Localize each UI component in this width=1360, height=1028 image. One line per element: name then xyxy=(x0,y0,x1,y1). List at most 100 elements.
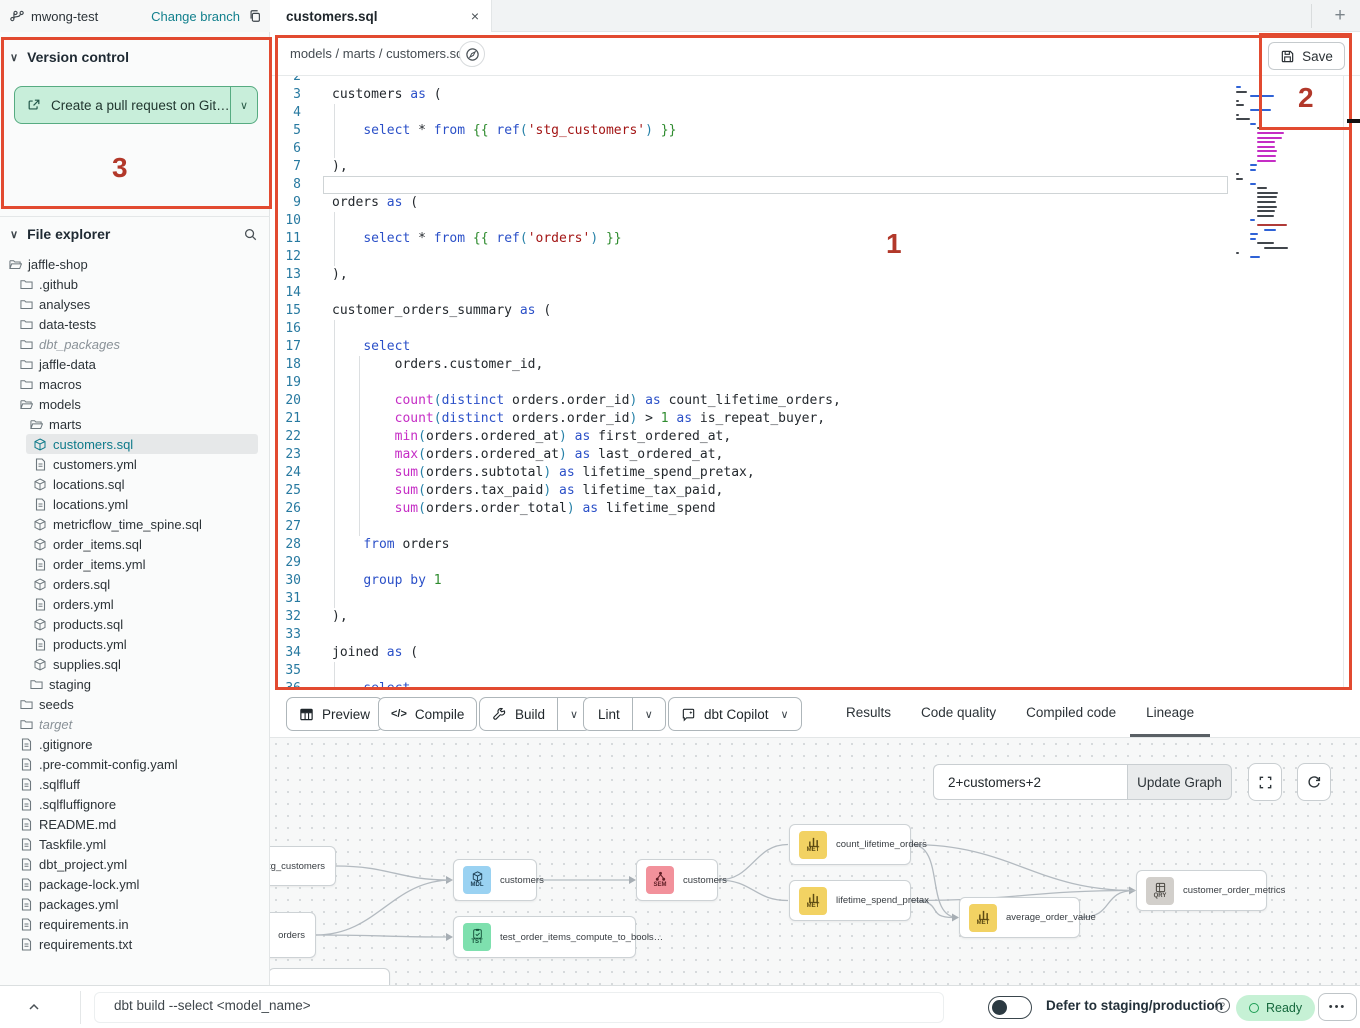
new-tab-button[interactable]: + xyxy=(1326,2,1354,30)
tree-item-products-yml[interactable]: products.yml xyxy=(0,634,270,654)
toggle-knob xyxy=(992,1000,1007,1015)
tree-item-customers-sql[interactable]: customers.sql xyxy=(0,434,270,454)
line-number: 15 xyxy=(270,302,325,320)
lineage-node-orders[interactable]: orders xyxy=(270,912,316,958)
tree-item-jaffle-shop[interactable]: jaffle-shop xyxy=(0,254,270,274)
tree-item-models[interactable]: models xyxy=(0,394,270,414)
lineage-node-lifetime-spend-pretax[interactable]: METlifetime_spend_pretax xyxy=(789,880,911,921)
node-label: average_order_value xyxy=(1006,912,1096,923)
lineage-node-customers[interactable]: MDLcustomers xyxy=(453,859,537,901)
tree-item-locations-yml[interactable]: locations.yml xyxy=(0,494,270,514)
tree-item-products-sql[interactable]: products.sql xyxy=(0,614,270,634)
tab-code-quality[interactable]: Code quality xyxy=(921,688,996,737)
help-icon[interactable]: ? xyxy=(1215,998,1230,1013)
lineage-node-stg-customers[interactable]: stg_customers xyxy=(270,846,336,886)
lint-button[interactable]: Lint ∨ xyxy=(583,697,666,731)
tab-compiled-code[interactable]: Compiled code xyxy=(1026,688,1116,737)
more-options-button[interactable]: ••• xyxy=(1318,993,1357,1021)
lineage-panel[interactable]: stg_customersorders MDLcustomers TSTtest_o… xyxy=(270,738,1360,985)
lineage-node-customers[interactable]: SEMcustomers xyxy=(636,859,718,901)
tree-item-dbt-packages[interactable]: dbt_packages xyxy=(0,334,270,354)
tree-item-staging[interactable]: staging xyxy=(0,674,270,694)
compile-button[interactable]: </> Compile xyxy=(378,697,477,731)
tree-item-data-tests[interactable]: data-tests xyxy=(0,314,270,334)
change-branch-link[interactable]: Change branch xyxy=(151,9,240,24)
lineage-node-average-order-value[interactable]: METaverage_order_value xyxy=(959,897,1080,938)
copy-branch-icon[interactable] xyxy=(248,9,262,23)
tree-item-metricflow-time-spine-sql[interactable]: metricflow_time_spine.sql xyxy=(0,514,270,534)
tree-item-taskfile-yml[interactable]: Taskfile.yml xyxy=(0,834,270,854)
code-text xyxy=(325,104,332,122)
lineage-selector-input[interactable] xyxy=(933,764,1127,800)
create-pull-request-button[interactable]: Create a pull request on Git… ∨ xyxy=(14,86,258,124)
tree-item-customers-yml[interactable]: customers.yml xyxy=(0,454,270,474)
minimap[interactable] xyxy=(1232,80,1318,440)
tree-item-requirements-txt[interactable]: requirements.txt xyxy=(0,934,270,954)
lint-dropdown-chevron[interactable]: ∨ xyxy=(632,698,665,730)
tree-item-orders-yml[interactable]: orders.yml xyxy=(0,594,270,614)
node-label: count_lifetime_orders xyxy=(836,839,927,850)
git-branch-icon xyxy=(10,9,24,23)
test-icon xyxy=(472,928,483,939)
tree-item-package-lock-yml[interactable]: package-lock.yml xyxy=(0,874,270,894)
tree-item-order-items-sql[interactable]: order_items.sql xyxy=(0,534,270,554)
build-button[interactable]: Build ∨ xyxy=(479,697,591,731)
code-text xyxy=(325,374,332,392)
save-button[interactable]: Save xyxy=(1268,42,1345,70)
tree-item-locations-sql[interactable]: locations.sql xyxy=(0,474,270,494)
refresh-icon[interactable] xyxy=(1297,763,1331,801)
tree-item--gitignore[interactable]: .gitignore xyxy=(0,734,270,754)
tree-item--sqlfluffignore[interactable]: .sqlfluffignore xyxy=(0,794,270,814)
tree-item-dbt-project-yml[interactable]: dbt_project.yml xyxy=(0,854,270,874)
tree-item-marts[interactable]: marts xyxy=(0,414,270,434)
file-explorer-header[interactable]: ∨ File explorer xyxy=(0,223,270,245)
tab-lineage[interactable]: Lineage xyxy=(1146,688,1194,737)
tab-close-icon[interactable]: × xyxy=(471,8,479,24)
dbt-copilot-button[interactable]: dbt Copilot ∨ xyxy=(668,697,802,731)
tree-item-label: target xyxy=(39,717,72,732)
tree-item-requirements-in[interactable]: requirements.in xyxy=(0,914,270,934)
search-icon[interactable] xyxy=(243,227,258,242)
tree-item-label: macros xyxy=(39,377,82,392)
node-label: customers xyxy=(500,875,544,886)
preview-button[interactable]: Preview xyxy=(286,697,383,731)
code-text xyxy=(325,590,332,608)
tree-item-label: .gitignore xyxy=(39,737,92,752)
tree-item-supplies-sql[interactable]: supplies.sql xyxy=(0,654,270,674)
tree-item-order-items-yml[interactable]: order_items.yml xyxy=(0,554,270,574)
tree-item-readme-md[interactable]: README.md xyxy=(0,814,270,834)
node-label: customers xyxy=(683,875,727,886)
lineage-node-count-lifetime-orders[interactable]: METcount_lifetime_orders xyxy=(789,824,911,865)
tree-item-jaffle-data[interactable]: jaffle-data xyxy=(0,354,270,374)
create-pull-request-main[interactable]: Create a pull request on Git… xyxy=(15,87,230,123)
line-number: 7 xyxy=(270,158,325,176)
tree-item--github[interactable]: .github xyxy=(0,274,270,294)
tree-item-analyses[interactable]: analyses xyxy=(0,294,270,314)
chevron-up-icon[interactable] xyxy=(26,999,42,1015)
code-text: sum(orders.tax_paid) as lifetime_tax_pai… xyxy=(325,482,723,500)
tree-item-target[interactable]: target xyxy=(0,714,270,734)
copilot-dropdown-chevron[interactable]: ∨ xyxy=(781,708,789,721)
update-graph-button[interactable]: Update Graph xyxy=(1127,764,1232,800)
pr-dropdown-chevron[interactable]: ∨ xyxy=(230,87,257,123)
fullscreen-icon[interactable] xyxy=(1248,763,1282,801)
tree-item--pre-commit-config-yaml[interactable]: .pre-commit-config.yaml xyxy=(0,754,270,774)
file-icon xyxy=(35,558,46,571)
copilot-compass-button[interactable] xyxy=(459,41,485,67)
tab-results[interactable]: Results xyxy=(846,688,891,737)
wrench-icon xyxy=(492,707,507,722)
code-editor[interactable]: 23customers as (45 select * from {{ ref(… xyxy=(270,76,1360,688)
tree-item-orders-sql[interactable]: orders.sql xyxy=(0,574,270,594)
code-line-6: 6 xyxy=(270,140,1360,158)
lineage-node-test-order-items-compute-to-bools-[interactable]: TSTtest_order_items_compute_to_bools… xyxy=(453,916,636,958)
tree-item-label: dbt_packages xyxy=(39,337,120,352)
tree-item-seeds[interactable]: seeds xyxy=(0,694,270,714)
tree-item--sqlfluff[interactable]: .sqlfluff xyxy=(0,774,270,794)
tab-customers-sql[interactable]: customers.sql × xyxy=(270,0,492,32)
lineage-node-partial[interactable] xyxy=(270,968,390,985)
tree-item-macros[interactable]: macros xyxy=(0,374,270,394)
defer-toggle[interactable] xyxy=(988,996,1032,1019)
tree-item-packages-yml[interactable]: packages.yml xyxy=(0,894,270,914)
lineage-node-customer-order-metrics[interactable]: QRYcustomer_order_metrics xyxy=(1136,870,1267,911)
version-control-header[interactable]: ∨ Version control xyxy=(0,46,270,68)
